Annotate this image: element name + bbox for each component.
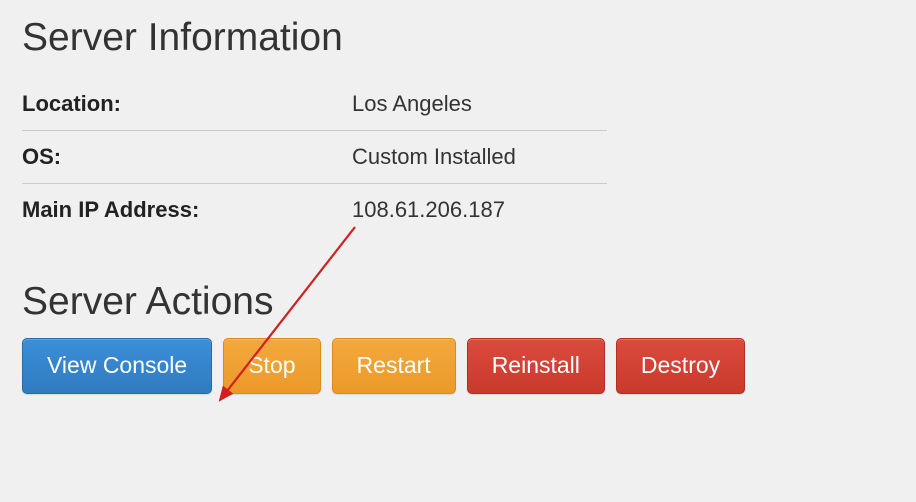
info-label-ip: Main IP Address: [22,197,352,223]
destroy-button[interactable]: Destroy [616,338,745,394]
reinstall-button[interactable]: Reinstall [467,338,605,394]
annotation-arrow-icon [0,0,916,502]
stop-button[interactable]: Stop [223,338,320,394]
server-info-title: Server Information [22,16,894,60]
info-label-location: Location: [22,91,352,117]
server-info-table: Location: Los Angeles OS: Custom Install… [22,78,607,236]
info-label-os: OS: [22,144,352,170]
restart-button[interactable]: Restart [332,338,456,394]
action-button-row: View Console Stop Restart Reinstall Dest… [22,338,894,394]
info-row-ip: Main IP Address: 108.61.206.187 [22,184,607,236]
info-row-location: Location: Los Angeles [22,78,607,131]
info-value-os: Custom Installed [352,144,516,170]
view-console-button[interactable]: View Console [22,338,212,394]
info-value-ip: 108.61.206.187 [352,197,505,223]
server-actions-title: Server Actions [22,280,894,324]
info-value-location: Los Angeles [352,91,472,117]
info-row-os: OS: Custom Installed [22,131,607,184]
